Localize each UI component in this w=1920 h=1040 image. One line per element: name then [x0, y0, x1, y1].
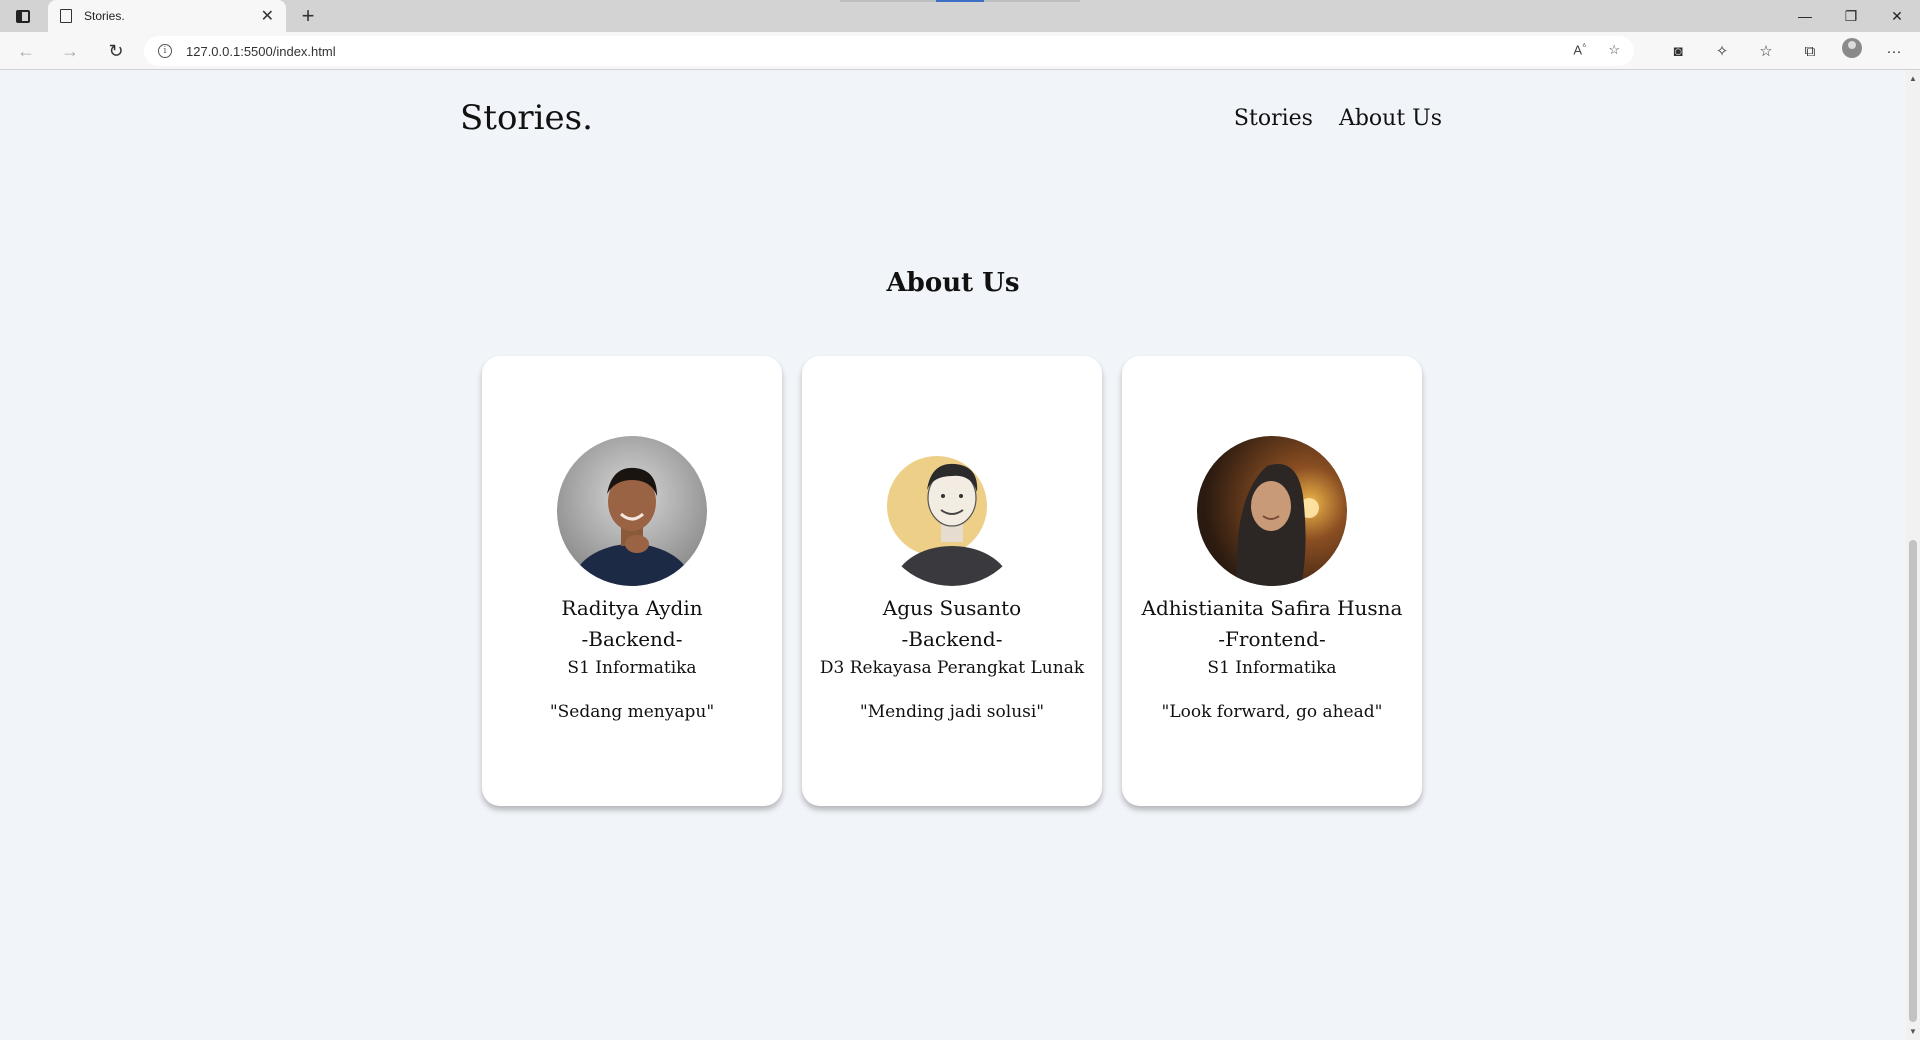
screenshot-icon[interactable]: ◙	[1666, 38, 1690, 64]
refresh-icon[interactable]: ↻	[102, 38, 130, 64]
member-photo	[877, 436, 1027, 586]
window-controls: — ❐ ✕	[1782, 0, 1920, 32]
scrollbar-thumb[interactable]	[1909, 540, 1917, 1022]
drag-region	[840, 0, 1080, 2]
member-name: Raditya Aydin	[561, 596, 703, 620]
member-name: Agus Susanto	[882, 596, 1022, 620]
member-quote: "Sedang menyapu"	[549, 702, 715, 722]
browser-tab-bar: Stories. ✕ + — ❐ ✕	[0, 0, 1920, 32]
scroll-up-icon[interactable]: ▲	[1909, 74, 1917, 83]
url-actions: Aᐞ ☆	[1573, 42, 1620, 58]
restore-icon[interactable]: ❐	[1828, 0, 1874, 32]
address-toolbar: ← → ↻ i 127.0.0.1:5500/index.html Aᐞ ☆ ◙…	[0, 32, 1920, 70]
scroll-down-icon[interactable]: ▼	[1909, 1027, 1917, 1036]
member-role: -Backend-	[901, 627, 1003, 651]
extensions-icon[interactable]: ✧	[1710, 38, 1734, 64]
tab-title: Stories.	[84, 9, 125, 23]
close-tab-icon[interactable]: ✕	[261, 6, 274, 26]
team-card: Adhistianita Safira Husna -Frontend- S1 …	[1122, 356, 1422, 806]
url-field[interactable]: i 127.0.0.1:5500/index.html Aᐞ ☆	[144, 36, 1634, 66]
browser-toolbar-icons: ◙ ✧ ☆ ⧉ ···	[1666, 38, 1906, 64]
close-window-icon[interactable]: ✕	[1874, 0, 1920, 32]
nav-link-stories[interactable]: Stories	[1234, 106, 1313, 131]
member-name: Adhistianita Safira Husna	[1141, 596, 1403, 620]
collections-icon[interactable]: ⧉	[1798, 38, 1822, 64]
team-cards: Raditya Aydin -Backend- S1 Informatika "…	[482, 356, 1422, 806]
member-education: S1 Informatika	[1207, 658, 1337, 678]
member-role: -Frontend-	[1218, 627, 1326, 651]
tab-actions-button[interactable]	[12, 6, 34, 26]
sidebar-icon	[16, 9, 30, 23]
favorites-icon[interactable]: ☆	[1754, 38, 1778, 64]
read-aloud-icon[interactable]: Aᐞ	[1573, 42, 1586, 58]
url-text[interactable]: 127.0.0.1:5500/index.html	[186, 44, 336, 59]
add-favorite-icon[interactable]: ☆	[1608, 42, 1620, 58]
member-photo	[1197, 436, 1347, 586]
new-tab-button[interactable]: +	[294, 2, 322, 30]
more-options-icon[interactable]: ···	[1882, 38, 1906, 64]
page-scrollbar[interactable]: ▲ ▼	[1906, 70, 1920, 1040]
member-education: D3 Rekayasa Perangkat Lunak	[819, 658, 1085, 678]
forward-icon[interactable]: →	[56, 38, 84, 64]
browser-tab[interactable]: Stories. ✕	[48, 0, 286, 32]
nav-link-about-us[interactable]: About Us	[1339, 106, 1442, 131]
info-icon[interactable]: i	[158, 44, 172, 58]
member-role: -Backend-	[581, 627, 683, 651]
back-icon[interactable]: ←	[12, 38, 40, 64]
member-education: S1 Informatika	[567, 658, 697, 678]
profile-avatar-icon[interactable]	[1842, 38, 1862, 58]
member-quote: "Mending jadi solusi"	[859, 702, 1045, 722]
page-icon	[60, 9, 72, 23]
page-content: Stories. Stories About Us About Us Radit…	[0, 70, 1906, 1040]
site-brand[interactable]: Stories.	[460, 98, 593, 138]
minimize-icon[interactable]: —	[1782, 0, 1828, 32]
section-title: About Us	[886, 268, 1020, 298]
team-card: Raditya Aydin -Backend- S1 Informatika "…	[482, 356, 782, 806]
member-quote: "Look forward, go ahead"	[1161, 702, 1383, 722]
site-nav: Stories About Us	[1234, 106, 1442, 131]
member-photo	[557, 436, 707, 586]
team-card: Agus Susanto -Backend- D3 Rekayasa Peran…	[802, 356, 1102, 806]
